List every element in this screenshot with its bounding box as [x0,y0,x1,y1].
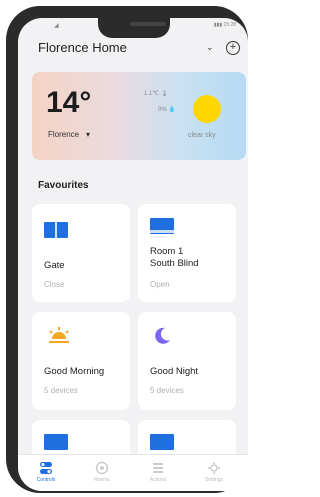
card-name: Good Night [150,366,199,377]
favourite-card-gate[interactable]: Gate Close [32,204,130,302]
rain-detail: 0% 💧 [158,107,176,113]
card-name: Room 1 South Blind [150,246,199,269]
tab-settings[interactable]: Settings [194,457,234,487]
favourite-card-room1-blind[interactable]: Room 1 South Blind Open [138,204,236,302]
gear-icon [208,462,220,474]
tab-label: Rooms [94,477,110,483]
bottom-tab-bar: Controls Rooms Actions Settings [18,454,248,491]
blind-icon [44,222,68,238]
tab-controls[interactable]: Controls [26,457,66,487]
add-button[interactable]: + [226,41,240,55]
tab-actions[interactable]: Actions [138,457,178,487]
status-bar-right: ▮▮▮ 15:28 [213,22,236,28]
city-label: Florence [48,130,80,139]
card-status: Close [44,280,65,289]
tab-rooms[interactable]: Rooms [82,457,122,487]
blind-icon [150,434,174,450]
sun-icon [193,95,221,123]
temperature-value: 14° [46,86,92,119]
phone-frame: ◢ ▮▮▮ 15:28 Florence Home ⌄ + 14° Floren… [6,6,248,493]
list-icon [153,463,163,473]
chevron-down-icon[interactable]: ⌄ [206,42,214,53]
card-status: 5 devices [44,386,78,395]
weather-condition: clear sky [188,132,216,139]
favourites-heading: Favourites [38,180,89,191]
toggle-icon [40,462,52,474]
tab-label: Controls [36,477,56,483]
temperature-detail: 1.1℃ 🌡 [144,91,169,97]
tab-label: Settings [204,477,224,483]
card-status: 5 devices [150,386,184,395]
favourite-card-good-morning[interactable]: Good Morning 5 devices [32,312,130,410]
card-status: Open [150,280,170,289]
status-bar-left: ◢ [54,23,59,29]
favourite-card-good-night[interactable]: Good Night 5 devices [138,312,236,410]
camera-notch [98,18,170,38]
location-arrow-icon: ▾ [86,130,91,139]
app-screen: ◢ ▮▮▮ 15:28 Florence Home ⌄ + 14° Floren… [18,18,248,491]
card-name: Gate [44,260,65,271]
card-name: Good Morning [44,366,105,377]
speaker-grille [130,22,166,26]
blind-icon [150,218,174,234]
home-selector-title[interactable]: Florence Home [38,40,127,55]
weather-card[interactable]: 14° Florence ▾ 1.1℃ 🌡 0% 💧 clear sky [32,72,246,160]
room-icon [95,461,109,475]
sunrise-icon [49,327,69,343]
moon-icon [155,327,170,344]
blind-icon [44,434,68,450]
tab-label: Actions [149,477,167,483]
